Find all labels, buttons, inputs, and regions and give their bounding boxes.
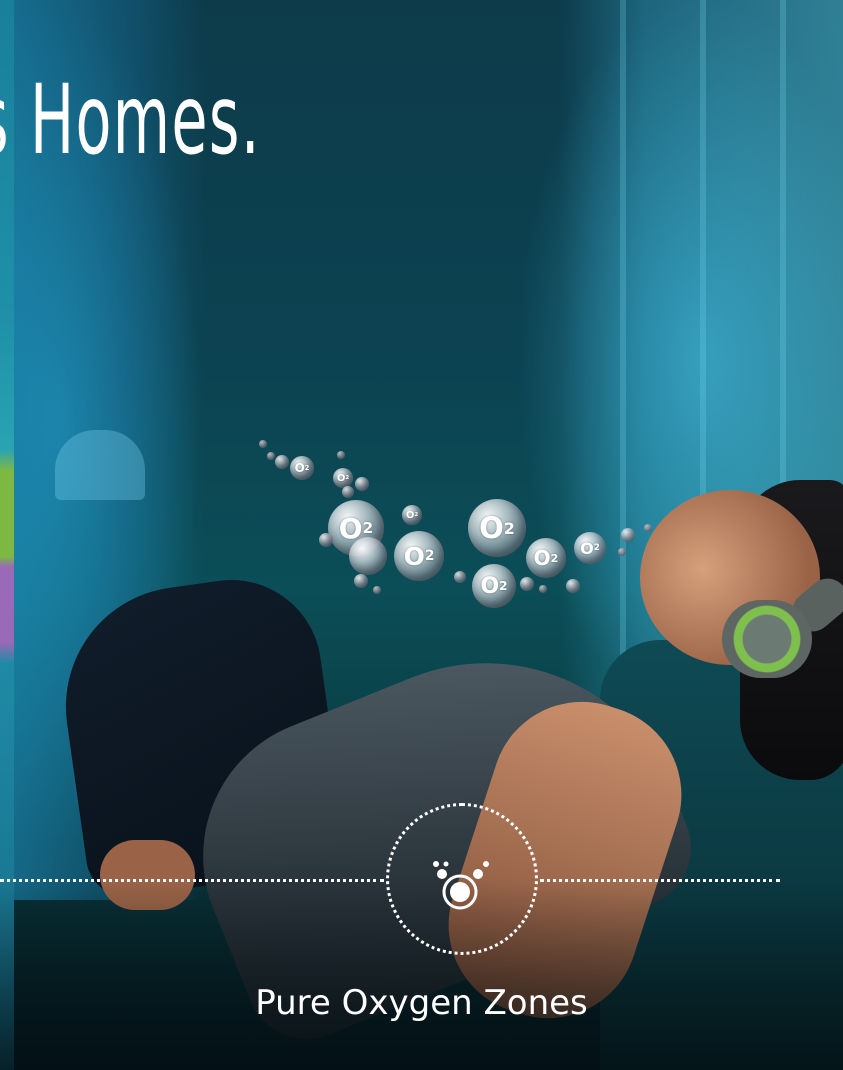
bubble-subscript: 2 (304, 464, 310, 472)
oxygen-bubble: O2 (328, 500, 384, 556)
bubble-label: O (533, 546, 551, 570)
bubble-label: O (403, 541, 425, 571)
oxygen-bubble (354, 574, 368, 588)
oxygen-bubble: O2 (402, 505, 422, 525)
headline: s Homes. (0, 64, 261, 176)
oxygen-bubble: O2 (333, 468, 353, 488)
oxygen-bubble (373, 586, 381, 594)
oxygen-bubble (275, 455, 289, 469)
bubble-label: O (336, 472, 346, 484)
o2-molecule-icon (433, 861, 489, 910)
dotted-divider-right (540, 879, 780, 882)
bubble-subscript: 2 (414, 512, 419, 518)
bubble-subscript: 2 (362, 519, 374, 537)
bubble-label: O (479, 511, 504, 545)
oxygen-bubble (259, 440, 267, 448)
bubble-subscript: 2 (345, 475, 350, 481)
oxygen-bubble: O2 (394, 531, 444, 581)
lamp (55, 430, 145, 500)
bubble-label: O (480, 573, 500, 599)
bubble-label: O (405, 509, 415, 521)
bubble-subscript: 2 (550, 551, 559, 565)
oxygen-bubble: O2 (472, 564, 516, 608)
headphones-icon (722, 600, 812, 678)
oxygen-bubble (319, 533, 333, 547)
oxygen-bubble (520, 577, 534, 591)
bubble-label: O (294, 461, 305, 475)
bubble-subscript: 2 (424, 548, 435, 564)
bubble-subscript: 2 (503, 518, 515, 538)
advert-banner: s Homes. O2O2O2O2O2O2O2O2O2 Pure Oxygen … (0, 0, 843, 1070)
oxygen-bubble (355, 477, 369, 491)
window-frame (620, 0, 626, 700)
oxygen-bubble (349, 537, 387, 575)
badge-label: Pure Oxygen Zones (255, 983, 588, 1023)
bubble-subscript: 2 (499, 579, 508, 593)
dotted-divider-left (0, 879, 384, 882)
oxygen-bubble: O2 (468, 499, 526, 557)
oxygen-bubble (267, 452, 275, 460)
oxygen-bubble: O2 (290, 456, 314, 480)
oxygen-bubble (337, 451, 345, 459)
oxygen-bubble (539, 585, 547, 593)
oxygen-bubble (342, 486, 354, 498)
oxygen-bubble (454, 571, 466, 583)
bubble-label: O (338, 511, 363, 545)
